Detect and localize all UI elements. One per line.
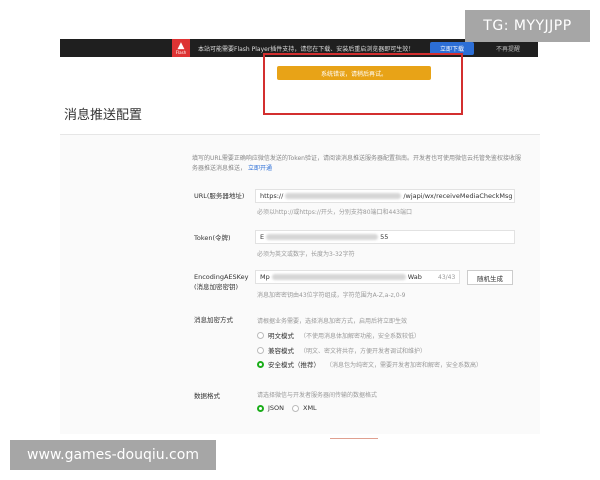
url-hint: 必须以http://或https://开头，分别支持80端口和443端口 xyxy=(257,209,412,216)
token-hint: 必须为英文或数字，长度为3-32字符 xyxy=(257,251,355,258)
radio-indicator[interactable] xyxy=(257,331,264,339)
url-label: URL(服务器地址) xyxy=(194,192,245,200)
aeskey-label: EncodingAESKey (消息加密密钥) xyxy=(194,273,248,293)
radio-desc: （明文、密文将共存，方便开发者调试和维护） xyxy=(300,347,427,355)
token-value-prefix: E xyxy=(260,233,265,241)
radio-indicator[interactable] xyxy=(292,404,299,412)
radio-secure[interactable]: 安全模式（推荐） （消息包为纯密文，需要开发者加密和解密，安全系数高） xyxy=(257,359,482,369)
token-value-suffix: 55 xyxy=(380,233,389,241)
encrypt-label: 消息加密方式 xyxy=(194,316,233,324)
intro-text: 填写的URL需要正确响应微信发送的Token验证，请阅读消息推送服务器配置指南。… xyxy=(192,154,522,174)
radio-desc: （消息包为纯密文，需要开发者加密和解密，安全系数高） xyxy=(326,361,483,369)
redacted-token xyxy=(266,234,379,240)
page-title: 消息推送配置 xyxy=(64,108,143,123)
token-label: Token(令牌) xyxy=(194,234,231,242)
redacted-aeskey xyxy=(271,274,406,280)
radio-xml[interactable]: XML xyxy=(292,404,317,412)
aeskey-counter: 43/43 xyxy=(438,274,456,281)
token-input[interactable]: E 55 xyxy=(255,230,515,244)
dismiss-link[interactable]: 不再提醒 xyxy=(496,44,520,53)
warning-icon: ▲ Flash xyxy=(172,39,190,57)
radio-label: JSON xyxy=(268,404,285,412)
radio-label: 明文模式 xyxy=(268,332,294,340)
intro-body: 填写的URL需要正确响应微信发送的Token验证，请阅读消息推送服务器配置指南。… xyxy=(192,155,521,173)
highlight-box xyxy=(263,53,463,115)
radio-label: XML xyxy=(303,404,317,412)
aeskey-input[interactable]: Mp Wab xyxy=(255,270,460,284)
format-hint: 请选择微信与开发者服务器间传输的数据格式 xyxy=(257,392,378,399)
radio-compatible[interactable]: 兼容模式 （明文、密文将共存，方便开发者调试和维护） xyxy=(257,345,426,355)
radio-json[interactable]: JSON xyxy=(257,404,284,412)
encrypt-hint: 请根据业务需要，选择消息加密方式，启用后将立即生效 xyxy=(257,318,408,325)
radio-plaintext[interactable]: 明文模式 （不使用消息体加解密功能，安全系数较低） xyxy=(257,330,420,340)
error-notice: 系统错误，请稍后再试。 xyxy=(277,66,431,80)
format-label: 数据格式 xyxy=(194,392,220,400)
submit-button-edge[interactable] xyxy=(330,438,378,439)
radio-label: 兼容模式 xyxy=(268,347,294,355)
radio-label: 安全模式（推荐） xyxy=(268,361,320,369)
site-watermark: www.games-douqiu.com xyxy=(10,440,216,470)
radio-indicator-checked[interactable] xyxy=(257,360,264,368)
url-input[interactable]: https:// /wjapi/wx/receiveMediaCheckMsg xyxy=(255,189,515,203)
radio-indicator[interactable] xyxy=(257,346,264,354)
redacted-domain xyxy=(285,193,402,199)
aeskey-value-prefix: Mp xyxy=(260,273,270,281)
aeskey-hint: 消息加密密钥由43位字符组成，字符范围为A-Z,a-z,0-9 xyxy=(257,292,406,299)
aeskey-label-line2: (消息加密密钥) xyxy=(194,282,239,291)
radio-desc: （不使用消息体加解密功能，安全系数较低） xyxy=(300,332,421,340)
title-divider xyxy=(60,134,540,135)
tg-watermark: TG: MYYJJPP xyxy=(465,10,590,42)
url-value-suffix: /wjapi/wx/receiveMediaCheckMsg xyxy=(403,192,513,200)
url-value-prefix: https:// xyxy=(260,192,284,200)
warning-icon-caption: Flash xyxy=(175,49,187,55)
open-now-link[interactable]: 立即开通 xyxy=(248,165,272,172)
banner-message: 本站可能需要Flash Player插件支持，请您在下载、安装后重启浏览器即可生… xyxy=(198,45,415,53)
aeskey-label-line1: EncodingAESKey xyxy=(194,273,249,281)
aeskey-value-suffix: Wab xyxy=(407,273,422,281)
radio-indicator-checked[interactable] xyxy=(257,404,264,412)
generate-key-button[interactable]: 随机生成 xyxy=(467,270,513,285)
